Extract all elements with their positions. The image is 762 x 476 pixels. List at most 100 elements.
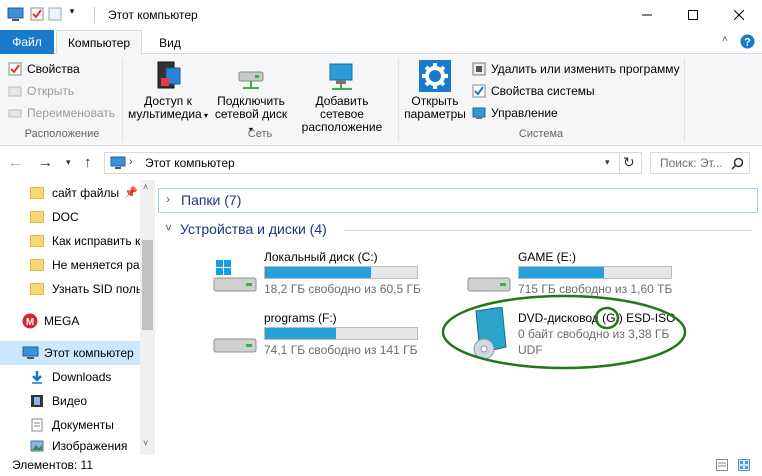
breadcrumb-separator-icon[interactable]: › (129, 156, 133, 168)
sidebar-item-label: Видео (52, 394, 88, 408)
collapse-ribbon-icon[interactable]: ˄ (722, 34, 734, 48)
minimize-button[interactable] (624, 0, 670, 30)
sidebar-item-quick[interactable]: Узнать SID поль (30, 277, 140, 301)
scroll-down-icon[interactable]: ˅ (143, 438, 148, 448)
window-title: Этот компьютер (108, 8, 198, 22)
drive-free-space: 18,2 ГБ свободно из 60,5 ГБ (264, 282, 421, 296)
group-divider (344, 230, 752, 231)
new-folder-quick-icon[interactable] (48, 7, 62, 21)
video-icon (31, 395, 43, 407)
documents-icon (31, 418, 43, 432)
search-input[interactable]: Поиск: Эт... (660, 156, 723, 170)
rename-button[interactable]: Переименовать (8, 103, 115, 123)
folders-group-header[interactable]: › Папки (7) (158, 188, 758, 213)
open-button[interactable]: Открыть (8, 81, 74, 101)
scroll-up-icon[interactable]: ˄ (143, 182, 148, 192)
map-drive-label-2: сетевой диск (214, 107, 288, 121)
maximize-button[interactable] (670, 0, 716, 30)
system-properties-button[interactable]: Свойства системы (472, 81, 595, 101)
sidebar-item-quick[interactable]: Как исправить к (30, 229, 140, 253)
media-server-icon (157, 61, 181, 89)
uninstall-program-button[interactable]: Удалить или изменить программу (472, 59, 680, 79)
uninstall-icon (472, 62, 486, 76)
back-arrow-icon[interactable]: ← (8, 154, 26, 172)
devices-group-title: Устройства и диски (4) (180, 221, 327, 237)
ribbon-separator (684, 58, 685, 142)
manage-button[interactable]: Управление (472, 103, 558, 123)
devices-group-header[interactable]: ˅ Устройства и диски (4) (158, 218, 758, 242)
sidebar-item-downloads[interactable]: Downloads (30, 365, 148, 389)
rename-icon (8, 109, 22, 118)
quick-access-dropdown-icon[interactable]: ▾ (66, 6, 78, 22)
recent-locations-icon[interactable]: ▾ (66, 157, 76, 171)
pin-icon[interactable]: 📌 (124, 186, 138, 199)
open-icon (8, 86, 22, 97)
search-box[interactable]: Поиск: Эт... (650, 152, 750, 174)
network-location-icon (329, 63, 353, 90)
open-settings-button[interactable]: Открыть параметры (402, 60, 468, 121)
sidebar-item-documents[interactable]: Документы (30, 413, 148, 437)
open-label: Открыть (27, 84, 75, 98)
drive-item[interactable]: programs (F:) 74,1 ГБ свободно из 141 ГБ (210, 309, 440, 359)
hard-drive-icon (213, 338, 257, 353)
folder-icon (30, 187, 44, 199)
sidebar-item-this-pc[interactable]: Этот компьютер (22, 341, 140, 365)
windows-drive-icon (213, 260, 257, 292)
address-dropdown-icon[interactable]: ▾ (605, 157, 610, 168)
add-network-location-button[interactable]: Добавить сетевое расположение (292, 60, 392, 134)
title-bar: ▾ Этот компьютер (0, 0, 762, 30)
close-icon (734, 10, 744, 20)
svg-text:M: M (26, 317, 34, 328)
close-button[interactable] (716, 0, 762, 30)
tab-file[interactable]: Файл (0, 30, 54, 54)
sidebar-item-label: MEGA (44, 314, 80, 328)
folder-icon (30, 235, 44, 247)
media-access-button[interactable]: Доступ к мультимедиа ▾ (126, 60, 210, 122)
sidebar-item-quick[interactable]: DOC (30, 205, 148, 229)
group-location-label: Расположение (24, 128, 100, 140)
annotation-ellipses (441, 294, 687, 370)
forward-arrow-icon[interactable]: → (38, 154, 56, 172)
tab-computer[interactable]: Компьютер (56, 30, 142, 55)
tab-view[interactable]: Вид (150, 30, 190, 55)
system-properties-label: Свойства системы (491, 84, 595, 98)
address-bar[interactable]: › Этот компьютер ▾ ↻ (104, 152, 642, 174)
system-properties-icon (472, 84, 486, 98)
drive-usage-fill (519, 267, 605, 278)
sidebar-item-quick[interactable]: Не меняется ра (30, 253, 140, 277)
refresh-icon[interactable]: ↻ (623, 154, 635, 171)
minimize-icon (642, 14, 652, 16)
folder-icon (30, 259, 44, 271)
address-path[interactable]: Этот компьютер (145, 156, 235, 170)
settings-gear-icon (419, 60, 451, 92)
help-icon[interactable]: ? (740, 34, 755, 49)
title-separator (94, 7, 95, 23)
folder-icon (30, 211, 44, 223)
drive-usage-bar (264, 327, 418, 340)
sidebar-item-videos[interactable]: Видео (30, 389, 148, 413)
expand-chevron-icon: › (166, 192, 170, 206)
sidebar-item-label: Документы (52, 418, 114, 432)
sidebar-item-label: DOC (52, 210, 79, 224)
sidebar-item-pictures[interactable]: Изображения (30, 437, 148, 455)
scrollbar-thumb[interactable] (142, 240, 153, 330)
navigation-scrollbar[interactable]: ˄ ˅ (140, 180, 155, 455)
properties-quick-icon[interactable] (30, 7, 44, 21)
map-network-drive-button[interactable]: Подключить сетевой диск ▾ (212, 60, 290, 136)
hard-drive-icon (467, 277, 511, 292)
add-location-label-1: Добавить сетевое (315, 94, 369, 121)
rename-label: Переименовать (27, 106, 115, 120)
drive-item[interactable]: GAME (E:) 715 ГБ свободно из 1,60 ТБ (464, 248, 694, 298)
sidebar-item-mega[interactable]: M MEGA (22, 309, 140, 333)
collapse-chevron-icon: ˅ (165, 221, 173, 235)
media-access-label-2: мультимедиа (128, 107, 202, 121)
properties-button[interactable]: Свойства (8, 59, 80, 79)
address-separator (619, 153, 620, 173)
tiles-view-icon[interactable] (738, 459, 750, 471)
details-view-icon[interactable] (716, 459, 728, 471)
sidebar-item-label: Как исправить к (52, 234, 140, 248)
drive-item[interactable]: Локальный диск (C:) 18,2 ГБ свободно из … (210, 248, 440, 298)
sidebar-item-label: Этот компьютер (44, 346, 134, 360)
drive-usage-fill (265, 328, 337, 339)
up-arrow-icon[interactable]: ↑ (84, 154, 100, 172)
